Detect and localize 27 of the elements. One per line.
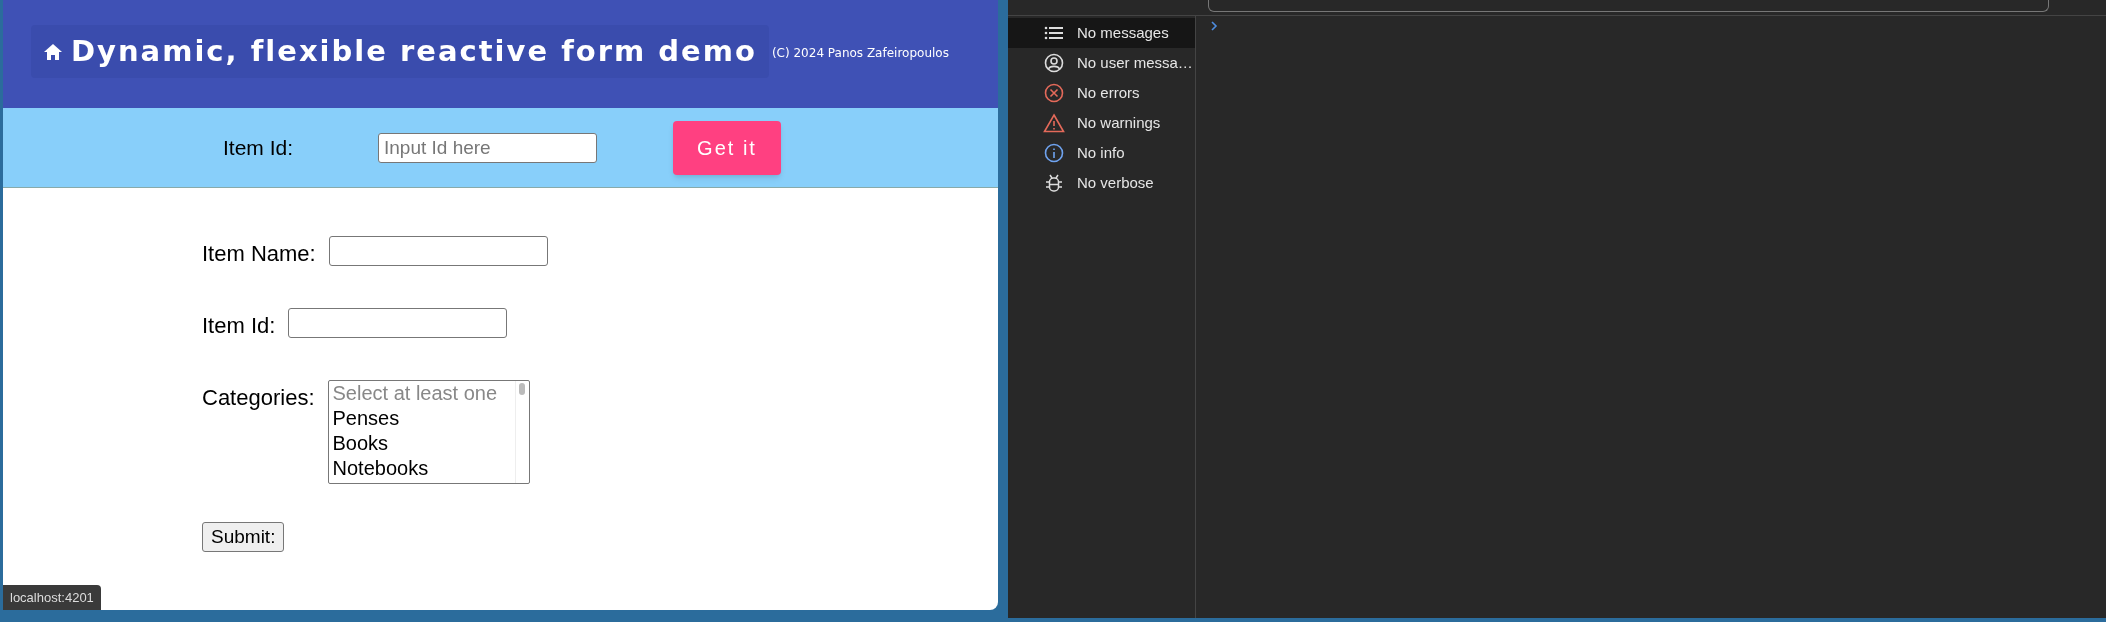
warning-icon: [1043, 113, 1065, 133]
copyright-text: (C) 2024 Panos Zafeiropoulos: [771, 45, 949, 62]
prompt-chevron-icon: [1210, 20, 1218, 32]
app-title: Dynamic, flexible reactive form demo: [71, 32, 757, 70]
bug-icon: [1045, 173, 1063, 193]
item-id-label: Item Id:: [223, 134, 295, 161]
list-icon: [1044, 25, 1064, 41]
filter-field[interactable]: [1208, 0, 2049, 12]
status-url: localhost:4201: [3, 584, 101, 610]
category-listbox[interactable]: Select at least one Penses Books Notebooks: [327, 380, 530, 484]
field-label: Item Name:: [202, 240, 316, 268]
submit-button[interactable]: Submit:: [202, 522, 285, 552]
text-input[interactable]: [328, 236, 548, 266]
list-option[interactable]: Books: [332, 431, 515, 456]
list-option[interactable]: Notebooks: [332, 456, 515, 481]
home-icon[interactable]: [43, 42, 63, 61]
scrollbar-thumb[interactable]: [519, 383, 525, 395]
field-label: Categories:: [202, 384, 315, 412]
info-icon: [1044, 143, 1064, 163]
error-icon: [1044, 83, 1064, 103]
item-id-input[interactable]: Input Id here: [378, 132, 597, 163]
user-icon: [1044, 53, 1064, 73]
list-option[interactable]: Select at least one: [332, 381, 515, 406]
field-label: Item Id:: [202, 312, 276, 340]
list-option[interactable]: Penses: [332, 406, 515, 431]
sidebar-item[interactable]: No messages: [1008, 18, 1195, 48]
text-input[interactable]: [288, 308, 508, 338]
